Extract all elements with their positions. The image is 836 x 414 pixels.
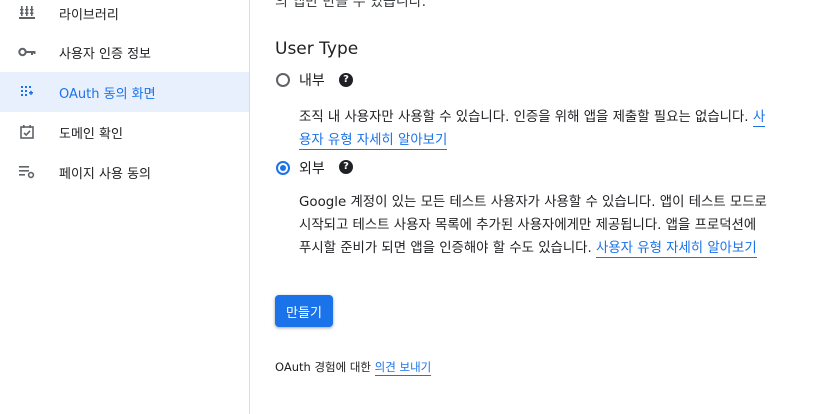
create-button[interactable]: 만들기: [275, 295, 333, 327]
intro-text: 의 앱만 만들 수 있습니다.: [275, 0, 427, 10]
help-icon[interactable]: ?: [339, 160, 353, 174]
consent-screen-icon: [18, 83, 36, 101]
sidebar-item-label: 라이브러리: [59, 7, 119, 23]
main-content: 의 앱만 만들 수 있습니다. User Type 내부 ? 조직 내 사용자만…: [250, 0, 836, 414]
internal-label[interactable]: 내부: [299, 70, 325, 90]
external-desc-line: 푸시할 준비가 되면 앱을 인증해야 할 수도 있습니다.: [299, 241, 592, 256]
sidebar-item-label: OAuth 동의 화면: [59, 86, 156, 102]
sidebar-item-oauth-consent[interactable]: OAuth 동의 화면: [0, 72, 249, 112]
sidebar-item-label: 사용자 인증 정보: [59, 46, 151, 62]
sidebar-item-credentials[interactable]: 사용자 인증 정보: [0, 32, 249, 72]
sidebar: 라이브러리 사용자 인증 정보 OAuth 동의 화면 도메인 확인 페이지 사…: [0, 0, 250, 414]
sidebar-item-label: 도메인 확인: [59, 126, 123, 142]
external-description: Google 계정이 있는 모든 테스트 사용자가 사용할 수 있습니다. 앱이…: [299, 191, 767, 260]
sidebar-item-domain-verification[interactable]: 도메인 확인: [0, 112, 249, 152]
learn-user-type-link[interactable]: 용자 유형 자세히 알아보기: [299, 133, 448, 150]
learn-user-type-link[interactable]: 사용자 유형 자세히 알아보기: [596, 241, 757, 258]
sidebar-item-label: 페이지 사용 동의: [59, 166, 151, 182]
external-desc-line: 시작되고 테스트 사용자 목록에 추가된 사용자에게만 제공됩니다. 앱을 프로…: [299, 218, 757, 233]
sidebar-item-page-consent[interactable]: 페이지 사용 동의: [0, 152, 249, 192]
key-icon: [18, 43, 36, 61]
library-icon: [18, 4, 36, 22]
internal-description: 조직 내 사용자만 사용할 수 있습니다. 인증을 위해 앱을 제출할 필요는 …: [299, 106, 766, 152]
learn-user-type-link[interactable]: 사: [752, 110, 766, 127]
external-radio[interactable]: [276, 161, 290, 175]
domain-check-icon: [18, 123, 36, 141]
internal-radio[interactable]: [276, 73, 290, 87]
external-label[interactable]: 외부: [299, 158, 325, 178]
help-icon[interactable]: ?: [339, 73, 353, 87]
section-title: User Type: [275, 39, 359, 59]
sidebar-item-library[interactable]: 라이브러리: [0, 0, 249, 33]
external-desc-line: Google 계정이 있는 모든 테스트 사용자가 사용할 수 있습니다. 앱이…: [299, 195, 767, 210]
internal-desc-text: 조직 내 사용자만 사용할 수 있습니다. 인증을 위해 앱을 제출할 필요는 …: [299, 110, 749, 125]
feedback-line: OAuth 경험에 대한 의견 보내기: [275, 359, 432, 376]
send-feedback-link[interactable]: 의견 보내기: [374, 360, 432, 376]
page-consent-icon: [18, 163, 36, 181]
feedback-text: OAuth 경험에 대한: [275, 360, 372, 374]
